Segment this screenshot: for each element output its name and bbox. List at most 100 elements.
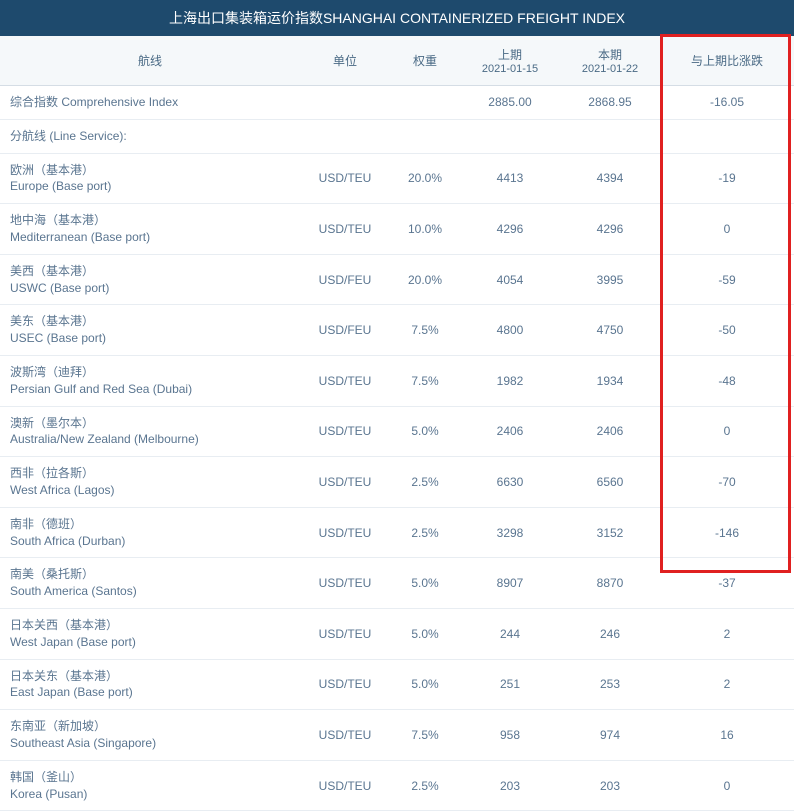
route-en: Mediterranean (Base port): [10, 229, 294, 246]
cell-unit: [300, 119, 390, 153]
cell-prev: 958: [460, 710, 560, 761]
table-row: 波斯湾（迪拜）Persian Gulf and Red Sea (Dubai)U…: [0, 355, 794, 406]
cell-route: 日本关东（基本港）East Japan (Base port): [0, 659, 300, 710]
route-cn: 东南亚（新加坡）: [10, 718, 294, 735]
cell-route: 南非（德班）South Africa (Durban): [0, 507, 300, 558]
route-en: West Japan (Base port): [10, 634, 294, 651]
cell-prev: 4054: [460, 254, 560, 305]
cell-curr: 4750: [560, 305, 660, 356]
table-header-row: 航线 单位 权重 上期 2021-01-15 本期 2021-01-22 与上期…: [0, 36, 794, 86]
table-row: 分航线 (Line Service):: [0, 119, 794, 153]
cell-weight: 5.0%: [390, 558, 460, 609]
route-en: Europe (Base port): [10, 178, 294, 195]
freight-index-container: 上海出口集装箱运价指数SHANGHAI CONTAINERIZED FREIGH…: [0, 0, 794, 811]
cell-curr: 6560: [560, 457, 660, 508]
table-row: 日本关西（基本港）West Japan (Base port)USD/TEU5.…: [0, 608, 794, 659]
cell-prev: 6630: [460, 457, 560, 508]
cell-change: -50: [660, 305, 794, 356]
table-row: 地中海（基本港）Mediterranean (Base port) USD/TEU…: [0, 204, 794, 255]
route-cn: 欧洲（基本港）: [10, 162, 294, 179]
route-cn: 美东（基本港）: [10, 313, 294, 330]
cell-prev: 4800: [460, 305, 560, 356]
cell-route: 美东（基本港）USEC (Base port): [0, 305, 300, 356]
cell-prev: 2406: [460, 406, 560, 457]
cell-route: 波斯湾（迪拜）Persian Gulf and Red Sea (Dubai): [0, 355, 300, 406]
cell-weight: 5.0%: [390, 406, 460, 457]
table-row: 日本关东（基本港）East Japan (Base port)USD/TEU5.…: [0, 659, 794, 710]
cell-change: -59: [660, 254, 794, 305]
route-en: Australia/New Zealand (Melbourne): [10, 431, 294, 448]
cell-change: -70: [660, 457, 794, 508]
table-row: 综合指数 Comprehensive Index 2885.002868.95-1…: [0, 86, 794, 120]
route-en: USEC (Base port): [10, 330, 294, 347]
cell-unit: USD/TEU: [300, 659, 390, 710]
cell-unit: [300, 86, 390, 120]
table-row: 韩国（釜山）Korea (Pusan)USD/TEU2.5%2032030: [0, 760, 794, 811]
route-cn: 美西（基本港）: [10, 263, 294, 280]
cell-unit: USD/TEU: [300, 153, 390, 204]
route-en: West Africa (Lagos): [10, 482, 294, 499]
cell-curr: 253: [560, 659, 660, 710]
cell-prev: 2885.00: [460, 86, 560, 120]
freight-table: 航线 单位 权重 上期 2021-01-15 本期 2021-01-22 与上期…: [0, 36, 794, 811]
cell-weight: 7.5%: [390, 710, 460, 761]
cell-change: 0: [660, 760, 794, 811]
table-body: 综合指数 Comprehensive Index 2885.002868.95-1…: [0, 86, 794, 811]
cell-curr: 2868.95: [560, 86, 660, 120]
cell-route: 综合指数 Comprehensive Index: [0, 86, 300, 120]
cell-weight: 20.0%: [390, 153, 460, 204]
cell-prev: 4296: [460, 204, 560, 255]
route-en: USWC (Base port): [10, 280, 294, 297]
header-curr-date: 2021-01-22: [566, 63, 654, 75]
route-cn: 南美（桑托斯）: [10, 566, 294, 583]
cell-weight: [390, 86, 460, 120]
cell-prev: 1982: [460, 355, 560, 406]
cell-prev: 251: [460, 659, 560, 710]
route-cn: 日本关西（基本港）: [10, 617, 294, 634]
cell-route: 东南亚（新加坡）Southeast Asia (Singapore): [0, 710, 300, 761]
cell-route: 韩国（釜山）Korea (Pusan): [0, 760, 300, 811]
cell-change: -48: [660, 355, 794, 406]
header-curr-label: 本期: [598, 48, 622, 62]
header-prev-date: 2021-01-15: [466, 63, 554, 75]
cell-unit: USD/TEU: [300, 760, 390, 811]
cell-change: -16.05: [660, 86, 794, 120]
cell-weight: 2.5%: [390, 457, 460, 508]
route-cn: 南非（德班）: [10, 516, 294, 533]
cell-curr: 2406: [560, 406, 660, 457]
cell-weight: 7.5%: [390, 305, 460, 356]
header-prev: 上期 2021-01-15: [460, 36, 560, 86]
header-curr: 本期 2021-01-22: [560, 36, 660, 86]
cell-curr: 3152: [560, 507, 660, 558]
cell-curr: 3995: [560, 254, 660, 305]
cell-unit: USD/TEU: [300, 355, 390, 406]
cell-weight: 5.0%: [390, 659, 460, 710]
table-row: 美西（基本港）USWC (Base port)USD/FEU20.0%40543…: [0, 254, 794, 305]
cell-change: 0: [660, 204, 794, 255]
cell-curr: 4394: [560, 153, 660, 204]
header-unit: 单位: [300, 36, 390, 86]
cell-route: 分航线 (Line Service):: [0, 119, 300, 153]
table-row: 南非（德班）South Africa (Durban)USD/TEU2.5%32…: [0, 507, 794, 558]
cell-unit: USD/TEU: [300, 710, 390, 761]
route-en: Persian Gulf and Red Sea (Dubai): [10, 381, 294, 398]
header-prev-label: 上期: [498, 48, 522, 62]
cell-route: 南美（桑托斯）South America (Santos): [0, 558, 300, 609]
table-row: 美东（基本港）USEC (Base port)USD/FEU7.5%480047…: [0, 305, 794, 356]
cell-prev: 3298: [460, 507, 560, 558]
cell-unit: USD/TEU: [300, 204, 390, 255]
header-weight: 权重: [390, 36, 460, 86]
cell-route: 欧洲（基本港）Europe (Base port): [0, 153, 300, 204]
cell-change: -19: [660, 153, 794, 204]
route-en: South America (Santos): [10, 583, 294, 600]
cell-weight: 20.0%: [390, 254, 460, 305]
route-en: East Japan (Base port): [10, 684, 294, 701]
route-cn: 地中海（基本港）: [10, 212, 294, 229]
cell-change: 2: [660, 659, 794, 710]
cell-weight: 2.5%: [390, 507, 460, 558]
cell-weight: 2.5%: [390, 760, 460, 811]
cell-weight: [390, 119, 460, 153]
cell-curr: 8870: [560, 558, 660, 609]
cell-change: -37: [660, 558, 794, 609]
cell-curr: 1934: [560, 355, 660, 406]
